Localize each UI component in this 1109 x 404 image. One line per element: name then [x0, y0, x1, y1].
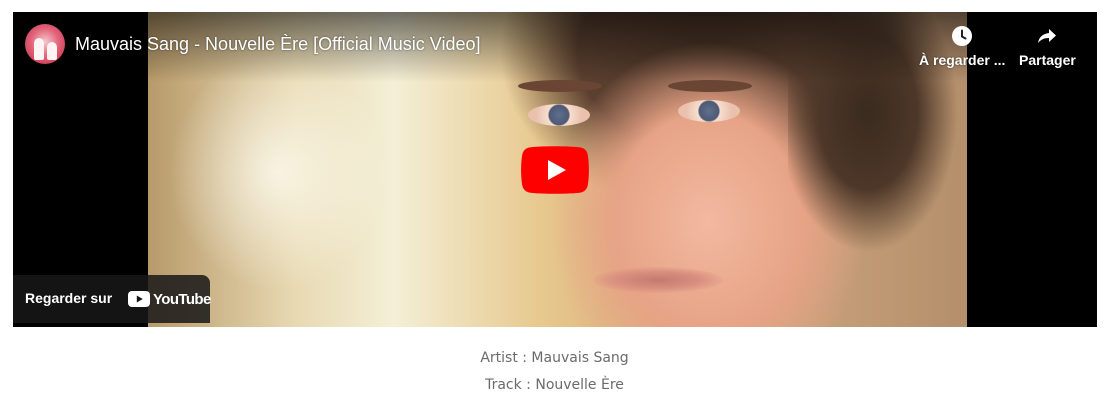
player-top-bar: Mauvais Sang - Nouvelle Ère [Official Mu…: [13, 12, 1097, 82]
track-line: Track : Nouvelle Ère: [485, 377, 624, 393]
page: Mauvais Sang - Nouvelle Ère [Official Mu…: [0, 0, 1109, 404]
play-button[interactable]: [521, 146, 589, 194]
youtube-logo-icon: [128, 291, 150, 307]
youtube-wordmark: YouTube: [153, 290, 211, 308]
watch-later-button[interactable]: À regarder ...: [919, 24, 1005, 68]
artist-line: Artist : Mauvais Sang: [480, 350, 629, 366]
watch-later-label: À regarder ...: [919, 52, 1006, 68]
youtube-embed-player[interactable]: Mauvais Sang - Nouvelle Ère [Official Mu…: [13, 12, 1097, 327]
share-label: Partager: [1019, 52, 1076, 68]
share-button[interactable]: Partager: [1019, 24, 1076, 68]
video-title[interactable]: Mauvais Sang - Nouvelle Ère [Official Mu…: [75, 32, 481, 56]
clock-icon: [952, 26, 973, 46]
channel-avatar[interactable]: [25, 24, 65, 64]
watch-on-youtube-button[interactable]: Regarder sur YouTube: [13, 275, 211, 323]
share-arrow-icon: [1038, 29, 1057, 43]
youtube-logo: YouTube: [128, 289, 211, 309]
watch-on-label: Regarder sur: [25, 290, 113, 306]
